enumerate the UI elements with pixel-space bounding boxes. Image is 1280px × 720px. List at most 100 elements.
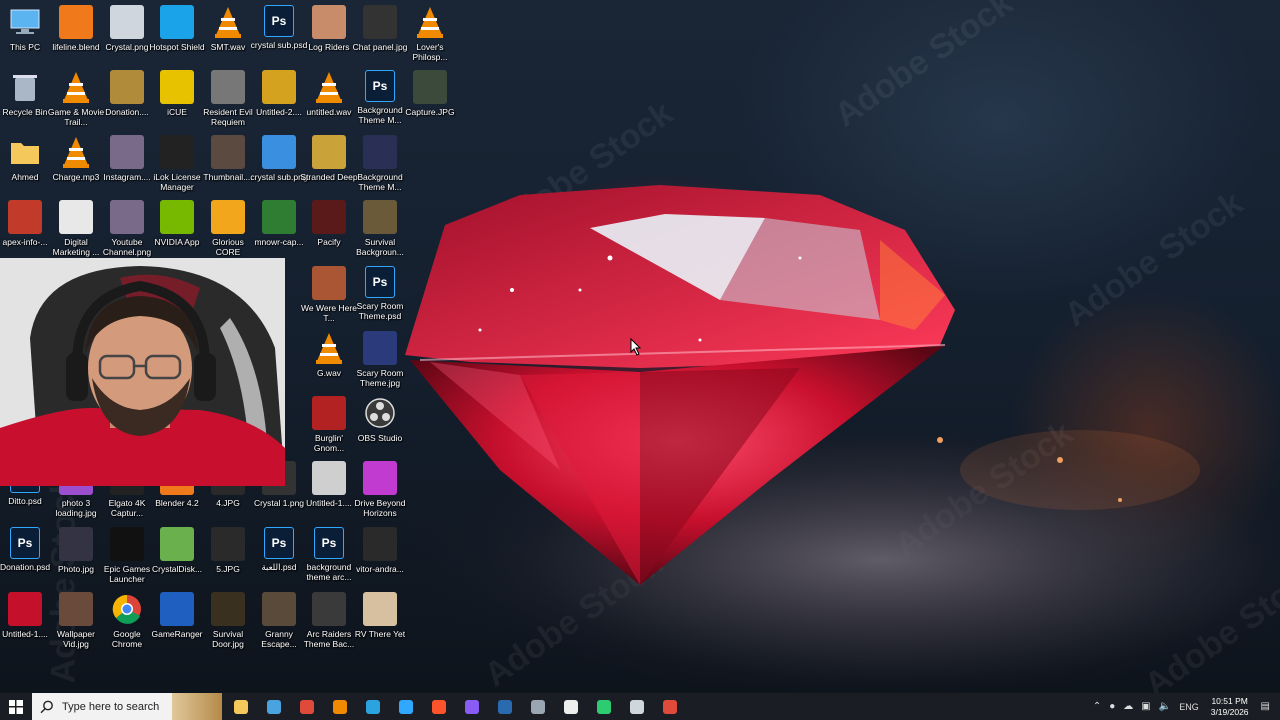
desktop-icon[interactable]: OBS Studio (355, 396, 405, 460)
desktop-icon-label: GameRanger (151, 629, 203, 639)
desktop-icon[interactable]: Capture.JPG (405, 70, 455, 134)
desktop-icon[interactable]: Ps Donation.psd (0, 527, 50, 591)
desktop-icon[interactable]: mnowr-cap... (254, 200, 304, 264)
language-indicator[interactable]: ENG (1179, 702, 1199, 712)
desktop-icon[interactable]: CrystalDisk... (152, 527, 202, 591)
taskbar-app-app-green[interactable] (587, 693, 620, 720)
taskbar-app-chrome[interactable] (290, 693, 323, 720)
desktop-icon[interactable]: We Were Here T... (301, 266, 357, 330)
desktop-icon-label: 5.JPG (216, 564, 240, 574)
glorious-icon (211, 200, 245, 234)
vlc-icon (413, 5, 447, 39)
desktop-icon[interactable]: Recycle Bin (0, 70, 50, 134)
desktop-icon[interactable]: untitled.wav (304, 70, 354, 134)
desktop-icon[interactable]: Youtube Channel.png (102, 200, 152, 264)
desktop-icon[interactable]: Photo.jpg (51, 527, 101, 591)
desktop-icon[interactable]: Ahmed (0, 135, 50, 199)
clock-time: 10:51 PM (1211, 695, 1248, 706)
desktop-icon[interactable]: Glorious CORE (203, 200, 253, 264)
taskbar-app-file-explorer[interactable] (224, 693, 257, 720)
desktop-icon[interactable]: SMT.wav (203, 5, 253, 69)
network-icon[interactable]: ▣ (1141, 701, 1150, 712)
desktop-icon[interactable]: RV There Yet (355, 592, 405, 656)
taskbar-app-telegram[interactable] (356, 693, 389, 720)
desktop-icon-label: Digital Marketing ... (52, 237, 100, 257)
taskbar-app-app-diamond[interactable] (521, 693, 554, 720)
desktop-icon[interactable]: NVIDIA App (152, 200, 202, 264)
taskbar-app-task-view[interactable] (257, 693, 290, 720)
vlc-icon (312, 70, 346, 104)
desktop-icon[interactable]: Hotspot Shield (149, 5, 205, 69)
desktop-icon[interactable]: Charge.mp3 (51, 135, 101, 199)
start-button[interactable] (0, 693, 32, 720)
taskbar-search-box[interactable]: Type here to search (32, 693, 222, 720)
chevron-up-icon[interactable]: ⌃ (1093, 701, 1101, 712)
game-shortcut-icon (312, 135, 346, 169)
desktop-icon[interactable]: Granny Escape... (254, 592, 304, 656)
desktop-icon[interactable]: Scary Room Theme.jpg (355, 331, 405, 395)
desktop-icon[interactable]: lifeline.blend (51, 5, 101, 69)
desktop-icon[interactable]: Burglin' Gnom... (304, 396, 354, 460)
desktop-icon[interactable]: Instagram.... (102, 135, 152, 199)
taskbar-app-brave-like[interactable] (422, 693, 455, 720)
desktop-icon[interactable]: Untitled-1.... (304, 461, 354, 525)
desktop-icon[interactable]: Ps اللعبة.psd (254, 527, 304, 591)
taskbar-app-discord-like[interactable] (455, 693, 488, 720)
desktop-icon[interactable]: Pacify (304, 200, 354, 264)
taskbar-app-photoshop[interactable] (389, 693, 422, 720)
taskbar-app-app-window[interactable] (620, 693, 653, 720)
image-file-icon (363, 135, 397, 169)
taskbar-app-vlc[interactable] (323, 693, 356, 720)
desktop-icon[interactable]: Digital Marketing ... (51, 200, 101, 264)
desktop-icon[interactable]: Survival Backgroun... (355, 200, 405, 264)
desktop-icon[interactable]: Thumbnail.... (203, 135, 253, 199)
game-shortcut-icon (363, 592, 397, 626)
taskbar-app-steam[interactable] (488, 693, 521, 720)
desktop-icon[interactable]: G.wav (304, 331, 354, 395)
desktop-icon[interactable]: Crystal.png (102, 5, 152, 69)
desktop-icon[interactable]: vitor-andra... (355, 527, 405, 591)
desktop-icon[interactable]: Ps background theme arc... (304, 527, 354, 591)
desktop-icon[interactable]: iCUE (152, 70, 202, 134)
desktop-icon[interactable]: Chat panel.jpg (353, 5, 407, 69)
desktop-icon[interactable]: Drive Beyond Horizons (354, 461, 406, 525)
desktop-icon[interactable]: Ps crystal sub.psd (251, 5, 307, 69)
discord-like-icon (464, 699, 479, 714)
desktop-icon-label: untitled.wav (306, 107, 352, 117)
vlc-icon (211, 5, 245, 39)
taskbar-app-app-red[interactable] (653, 693, 686, 720)
search-highlight-image (172, 693, 222, 720)
microphone-icon[interactable]: ● (1109, 701, 1115, 712)
desktop-icon-label: Lover's Philosp... (412, 42, 448, 62)
desktop-icon[interactable]: 5.JPG (203, 527, 253, 591)
desktop-icon[interactable]: apex-info-... (0, 200, 50, 264)
desktop-icon[interactable]: Lover's Philosp... (405, 5, 455, 69)
desktop-icon[interactable]: Untitled-1.... (0, 592, 50, 656)
taskbar-clock[interactable]: 10:51 PM 3/19/2026 (1211, 696, 1249, 718)
taskbar-app-capcut[interactable] (554, 693, 587, 720)
desktop-icon[interactable]: Background Theme M... (355, 135, 405, 199)
desktop-icon[interactable]: Ps Background Theme M... (355, 70, 405, 134)
desktop-icon[interactable]: Epic Games Launcher (102, 527, 152, 591)
desktop-icon[interactable]: Arc Raiders Theme Bac... (304, 592, 354, 656)
cloud-icon[interactable]: ☁ (1123, 701, 1133, 712)
desktop-icon[interactable]: Resident Evil Requiem (203, 70, 253, 134)
notification-icon[interactable]: ▤ (1261, 701, 1270, 712)
desktop-icon[interactable]: Wallpaper Vid.jpg (51, 592, 101, 656)
desktop-icon[interactable]: Google Chrome (102, 592, 152, 656)
image-file-icon (211, 527, 245, 561)
desktop-icon[interactable]: Stranded Deep (300, 135, 358, 199)
desktop-icon[interactable]: GameRanger (151, 592, 203, 656)
desktop-icon[interactable]: This PC (0, 5, 50, 69)
desktop-icon[interactable]: iLok License Manager (152, 135, 202, 199)
desktop-icon[interactable]: Survival Door.jpg (203, 592, 253, 656)
desktop-icon[interactable]: Donation.... (102, 70, 152, 134)
desktop-icon[interactable]: Game & Movie Trail... (48, 70, 104, 134)
desktop-icon[interactable]: Untitled-2.... (254, 70, 304, 134)
desktop-icon-label: We Were Here T... (301, 303, 357, 323)
file-explorer-icon (233, 699, 248, 714)
speaker-icon[interactable]: 🔈 (1159, 701, 1171, 712)
desktop-icon[interactable]: crystal sub.png (250, 135, 308, 199)
desktop-icon[interactable]: Ps Scary Room Theme.psd (355, 266, 405, 330)
desktop-icon[interactable]: Log Riders (304, 5, 354, 69)
